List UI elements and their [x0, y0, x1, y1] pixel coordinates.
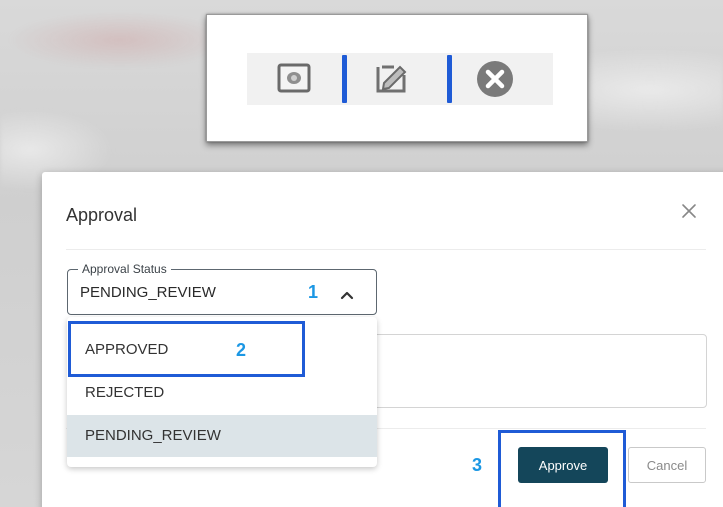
- approve-button[interactable]: Approve: [518, 447, 608, 483]
- close-icon[interactable]: [680, 202, 698, 220]
- edit-icon[interactable]: [372, 61, 410, 95]
- chevron-up-icon: [340, 287, 354, 300]
- approval-status-value: PENDING_REVIEW: [80, 284, 216, 301]
- dialog-title: Approval: [66, 205, 138, 225]
- step-2-label: 2: [236, 340, 247, 360]
- approval-status-dropdown: APPROVED REJECTED PENDING_REVIEW: [67, 317, 377, 467]
- approval-dialog: Approval Approval Status PENDING_REVIEW …: [42, 172, 723, 507]
- approval-status-label: Approval Status: [78, 262, 171, 276]
- toolbar-separator: [342, 55, 347, 103]
- approval-status-select[interactable]: Approval Status PENDING_REVIEW: [67, 262, 377, 315]
- toolbar-callout: [206, 14, 588, 142]
- option-pending-review[interactable]: PENDING_REVIEW: [67, 415, 377, 457]
- cancel-button[interactable]: Cancel: [628, 447, 706, 483]
- step-1-label: 1: [308, 282, 319, 302]
- step-3-label: 3: [472, 455, 483, 475]
- action-toolbar: [247, 53, 553, 105]
- delete-circle-icon[interactable]: [475, 59, 515, 99]
- title-divider: [66, 249, 706, 250]
- toolbar-separator: [447, 55, 452, 103]
- view-icon[interactable]: [277, 62, 311, 94]
- option-rejected[interactable]: REJECTED: [67, 372, 377, 414]
- option-approved[interactable]: APPROVED: [67, 329, 377, 371]
